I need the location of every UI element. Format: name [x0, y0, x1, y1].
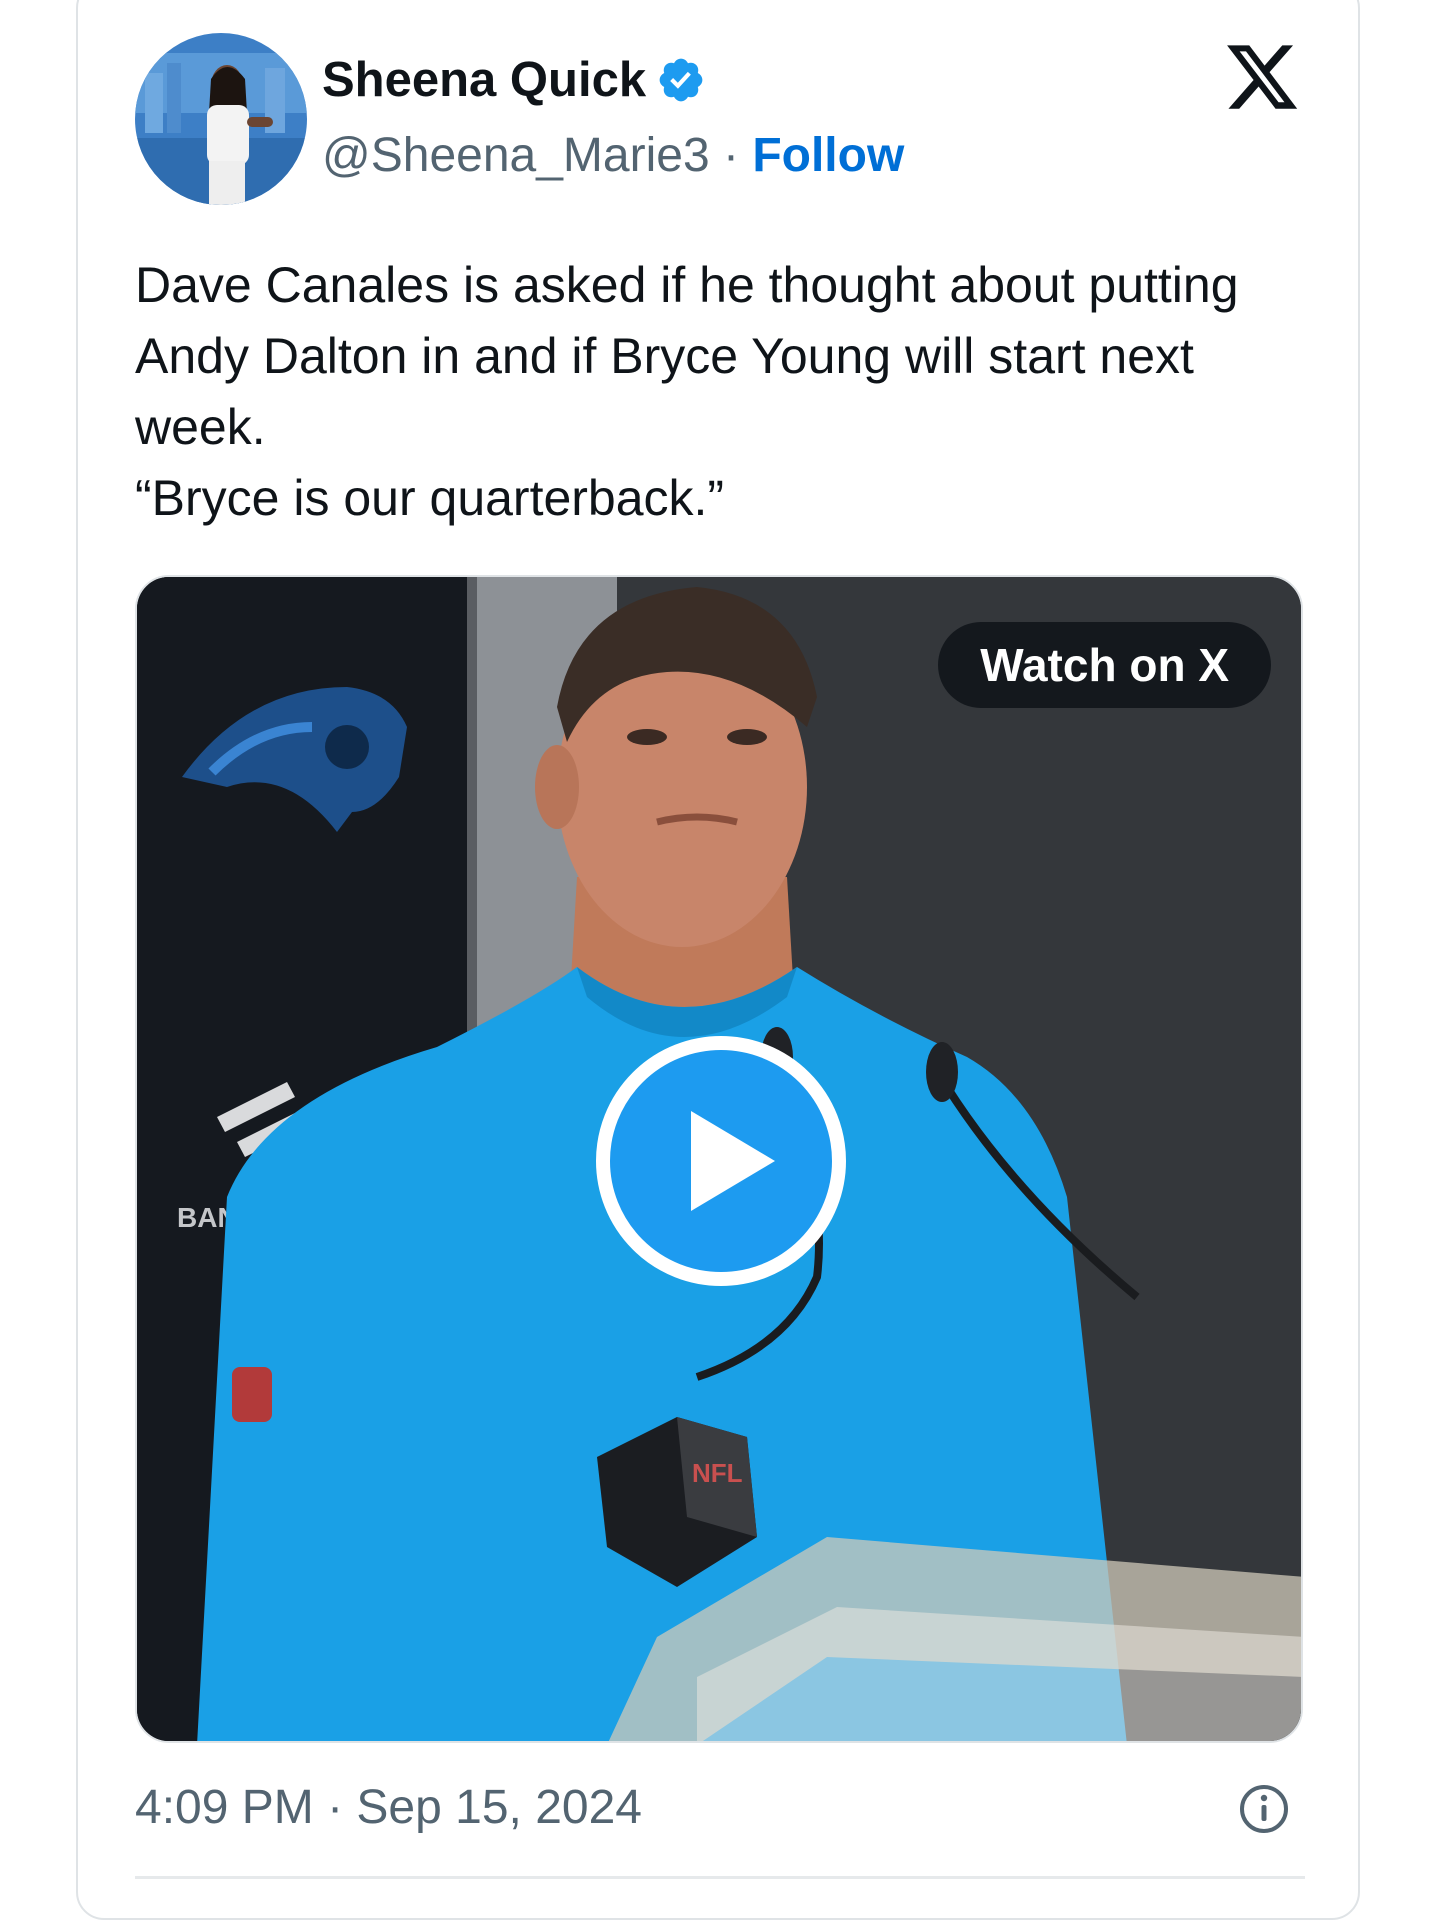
- podium-text: NFL: [692, 1458, 743, 1488]
- nfl-patch: [232, 1367, 272, 1422]
- play-icon[interactable]: [595, 1035, 847, 1287]
- video-player[interactable]: BANK C NFL Watch on X: [135, 575, 1303, 1743]
- author-name[interactable]: Sheena Quick: [322, 52, 646, 108]
- author-handle-row: @Sheena_Marie3 · Follow: [322, 128, 904, 183]
- avatar-photo: [135, 33, 307, 205]
- author-avatar[interactable]: [135, 33, 307, 205]
- tweet-text-line: Dave Canales is asked if he thought abou…: [135, 257, 1239, 455]
- author-name-row[interactable]: Sheena Quick: [322, 52, 706, 108]
- watch-on-x-button[interactable]: Watch on X: [938, 622, 1271, 708]
- tweet-timestamp[interactable]: 4:09 PM · Sep 15, 2024: [135, 1780, 642, 1835]
- verified-badge-icon: [659, 58, 703, 102]
- tweet-text-line: “Bryce is our quarterback.”: [135, 470, 725, 526]
- handle-separator: ·: [722, 129, 739, 182]
- follow-link[interactable]: Follow: [752, 129, 904, 182]
- footer-divider: [135, 1876, 1305, 1879]
- tweet-text: Dave Canales is asked if he thought abou…: [135, 250, 1315, 534]
- x-logo-icon[interactable]: [1222, 38, 1302, 116]
- author-handle[interactable]: @Sheena_Marie3: [322, 129, 710, 182]
- info-icon[interactable]: [1238, 1783, 1290, 1835]
